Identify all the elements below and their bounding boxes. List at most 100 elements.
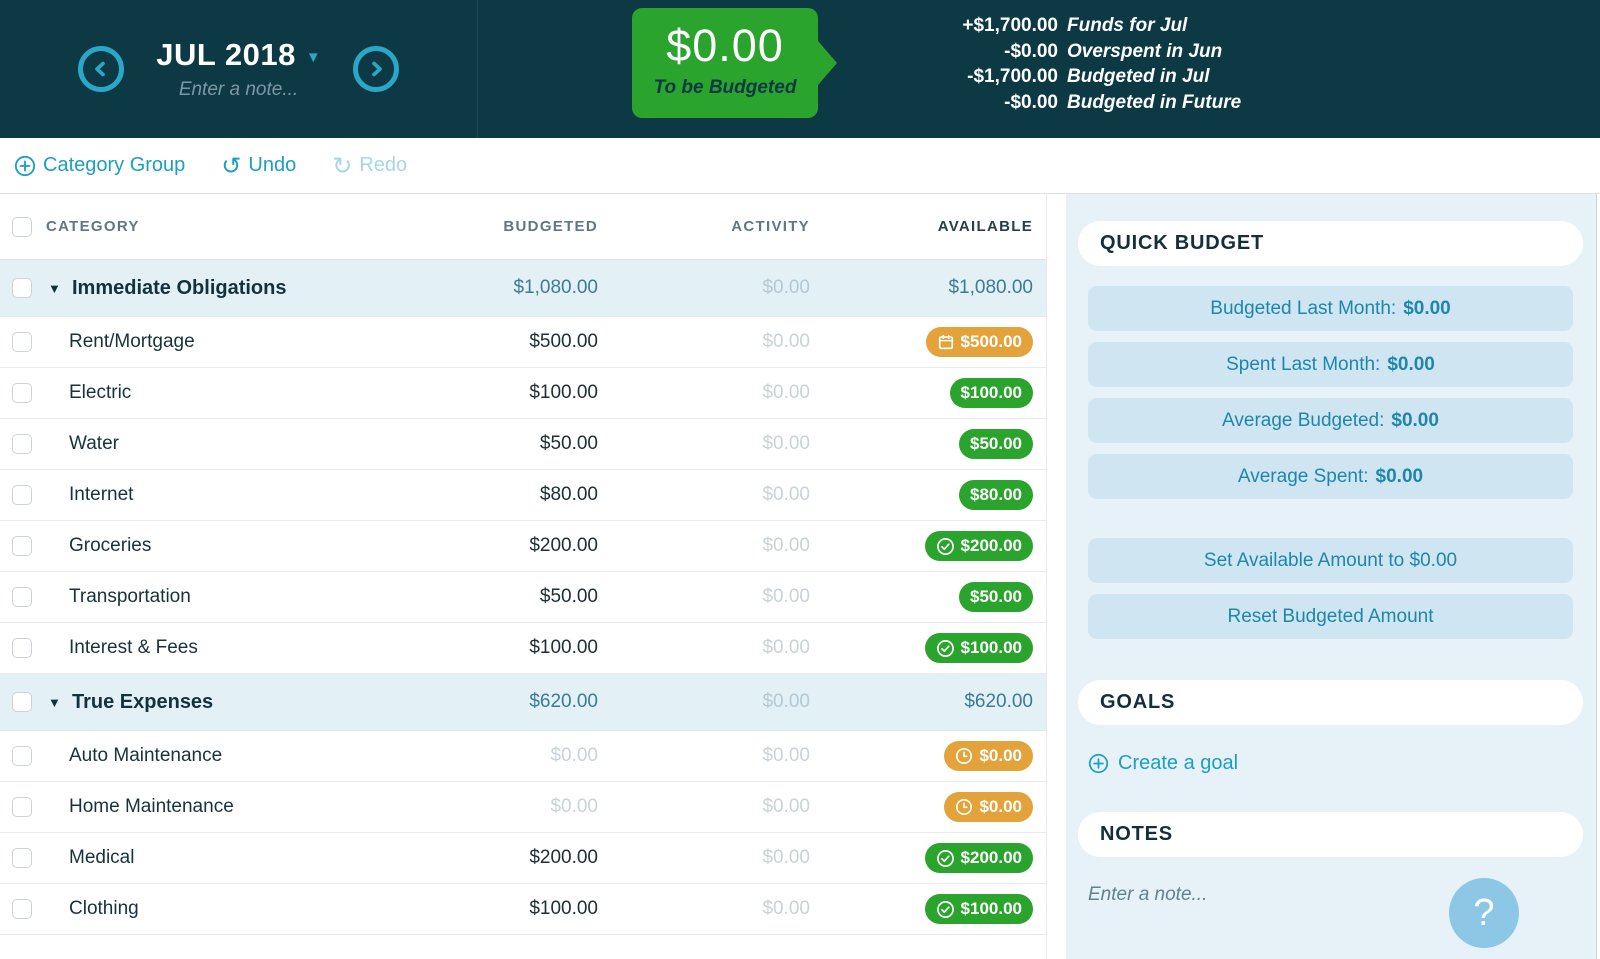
available-badge[interactable]: $100.00 [924, 633, 1033, 663]
category-name[interactable]: Rent/Mortgage [69, 331, 195, 353]
category-name[interactable]: Immediate Obligations [72, 277, 286, 300]
budgeted-value[interactable]: $200.00 [398, 847, 598, 869]
redo-button[interactable]: ↻ Redo [332, 154, 408, 178]
budgeted-value[interactable]: $100.00 [398, 637, 598, 659]
budgeted-value[interactable]: $1,080.00 [398, 277, 598, 299]
category-name[interactable]: Home Maintenance [69, 796, 234, 818]
category-name[interactable]: Electric [69, 382, 131, 404]
quick-budget-button-value: $0.00 [1403, 297, 1451, 319]
select-all-checkbox[interactable] [12, 216, 32, 237]
collapse-group-icon[interactable]: ▼ [48, 281, 72, 296]
row-checkbox[interactable] [12, 638, 32, 658]
reset-budgeted-amount-button[interactable]: Reset Budgeted Amount [1088, 594, 1573, 639]
row-checkbox[interactable] [12, 797, 32, 817]
category-name[interactable]: Transportation [69, 586, 191, 608]
add-category-group-button[interactable]: Category Group [14, 154, 185, 177]
previous-month-button[interactable] [78, 46, 125, 92]
chevron-down-icon: ▼ [305, 48, 321, 66]
clock-icon [956, 798, 973, 816]
category-name[interactable]: Water [69, 433, 119, 455]
category-name[interactable]: Groceries [69, 535, 151, 557]
category-column-header[interactable]: CATEGORY [46, 218, 398, 235]
available-badge[interactable]: $500.00 [925, 327, 1033, 357]
check-circle-icon [936, 639, 954, 657]
breakdown-line: +$1,700.00 Funds for Jul [850, 13, 1241, 39]
row-checkbox[interactable] [12, 746, 32, 766]
to-be-budgeted-bubble[interactable]: $0.00 To be Budgeted [632, 8, 818, 118]
available-badge[interactable]: $200.00 [924, 531, 1033, 561]
category-name[interactable]: Auto Maintenance [69, 745, 222, 767]
row-checkbox[interactable] [12, 536, 32, 556]
quick-budget-button[interactable]: Spent Last Month: $0.00 [1088, 342, 1573, 387]
row-checkbox[interactable] [12, 383, 32, 403]
quick-budget-button[interactable]: Budgeted Last Month: $0.00 [1088, 286, 1573, 331]
available-badge[interactable]: $200.00 [924, 843, 1033, 873]
budgeted-value[interactable]: $50.00 [398, 586, 598, 608]
budgeted-column-header[interactable]: BUDGETED [398, 218, 598, 235]
available-badge[interactable]: $0.00 [944, 741, 1033, 771]
available-value: $200.00 [960, 848, 1022, 867]
create-goal-button[interactable]: Create a goal [1088, 752, 1583, 775]
activity-column-header[interactable]: ACTIVITY [598, 218, 810, 235]
redo-label: Redo [359, 154, 408, 176]
inspector-panel: QUICK BUDGET Budgeted Last Month: $0.00 Sp… [1066, 194, 1597, 959]
category-row: Auto Maintenance $0.00 $0.00 $0.00 [0, 731, 1046, 782]
month-note-input[interactable]: Enter a note... [156, 79, 320, 101]
circled-plus-icon [1088, 753, 1109, 774]
budget-toolbar: Category Group ↺ Undo ↻ Redo [0, 138, 1600, 194]
budgeted-value[interactable]: $620.00 [398, 691, 598, 713]
available-column-header[interactable]: AVAILABLE [810, 218, 1033, 235]
activity-value: $0.00 [762, 433, 810, 454]
available-badge[interactable]: $100.00 [924, 894, 1033, 924]
budgeted-value[interactable]: $0.00 [398, 745, 598, 767]
quick-budget-button-value: $0.00 [1391, 409, 1439, 431]
undo-label: Undo [248, 154, 297, 176]
month-selector[interactable]: JUL 2018 ▼ [156, 37, 320, 73]
row-checkbox[interactable] [12, 485, 32, 505]
next-month-button[interactable] [352, 46, 399, 92]
category-name[interactable]: Clothing [69, 898, 139, 920]
available-value: $0.00 [979, 797, 1022, 816]
activity-value: $0.00 [762, 847, 810, 868]
available-value: $200.00 [960, 536, 1022, 555]
budgeted-value[interactable]: $80.00 [398, 484, 598, 506]
category-group-label: Category Group [43, 154, 186, 176]
category-name[interactable]: True Expenses [72, 691, 213, 714]
available-badge[interactable]: $50.00 [959, 429, 1033, 459]
row-checkbox[interactable] [12, 899, 32, 919]
available-badge[interactable]: $100.00 [949, 378, 1033, 408]
budgeted-value[interactable]: $500.00 [398, 331, 598, 353]
breakdown-label: Funds for Jul [1067, 15, 1188, 36]
undo-button[interactable]: ↺ Undo [221, 154, 297, 178]
row-checkbox[interactable] [12, 692, 32, 712]
category-name[interactable]: Internet [69, 484, 133, 506]
budgeted-value[interactable]: $100.00 [398, 382, 598, 404]
available-badge[interactable]: $80.00 [959, 480, 1033, 510]
row-checkbox[interactable] [12, 434, 32, 454]
quick-budget-button[interactable]: Average Spent: $0.00 [1088, 454, 1573, 499]
budget-header: JUL 2018 ▼ Enter a note... $0.00 To be B… [0, 0, 1600, 138]
row-checkbox[interactable] [12, 587, 32, 607]
set-available-amount-button[interactable]: Set Available Amount to $0.00 [1088, 538, 1573, 583]
quick-budget-button[interactable]: Average Budgeted: $0.00 [1088, 398, 1573, 443]
available-badge[interactable]: $0.00 [944, 792, 1033, 822]
available-badge[interactable]: $50.00 [959, 582, 1033, 612]
budgeted-value[interactable]: $100.00 [398, 898, 598, 920]
activity-value: $0.00 [762, 331, 810, 352]
activity-value: $0.00 [762, 637, 810, 658]
breakdown-label: Budgeted in Future [1067, 91, 1242, 113]
activity-value: $0.00 [762, 535, 810, 556]
row-checkbox[interactable] [12, 278, 32, 298]
budget-table: CATEGORY BUDGETED ACTIVITY AVAILABLE ▼ I… [0, 194, 1047, 959]
category-group-row: ▼ Immediate Obligations $1,080.00 $0.00 … [0, 260, 1046, 317]
collapse-group-icon[interactable]: ▼ [48, 695, 72, 710]
budgeted-value[interactable]: $200.00 [398, 535, 598, 557]
goals-title: GOALS [1078, 680, 1583, 725]
category-name[interactable]: Medical [69, 847, 134, 869]
row-checkbox[interactable] [12, 848, 32, 868]
category-name[interactable]: Interest & Fees [69, 637, 198, 659]
budgeted-value[interactable]: $50.00 [398, 433, 598, 455]
help-button[interactable]: ? [1449, 878, 1519, 948]
row-checkbox[interactable] [12, 332, 32, 352]
budgeted-value[interactable]: $0.00 [398, 796, 598, 818]
